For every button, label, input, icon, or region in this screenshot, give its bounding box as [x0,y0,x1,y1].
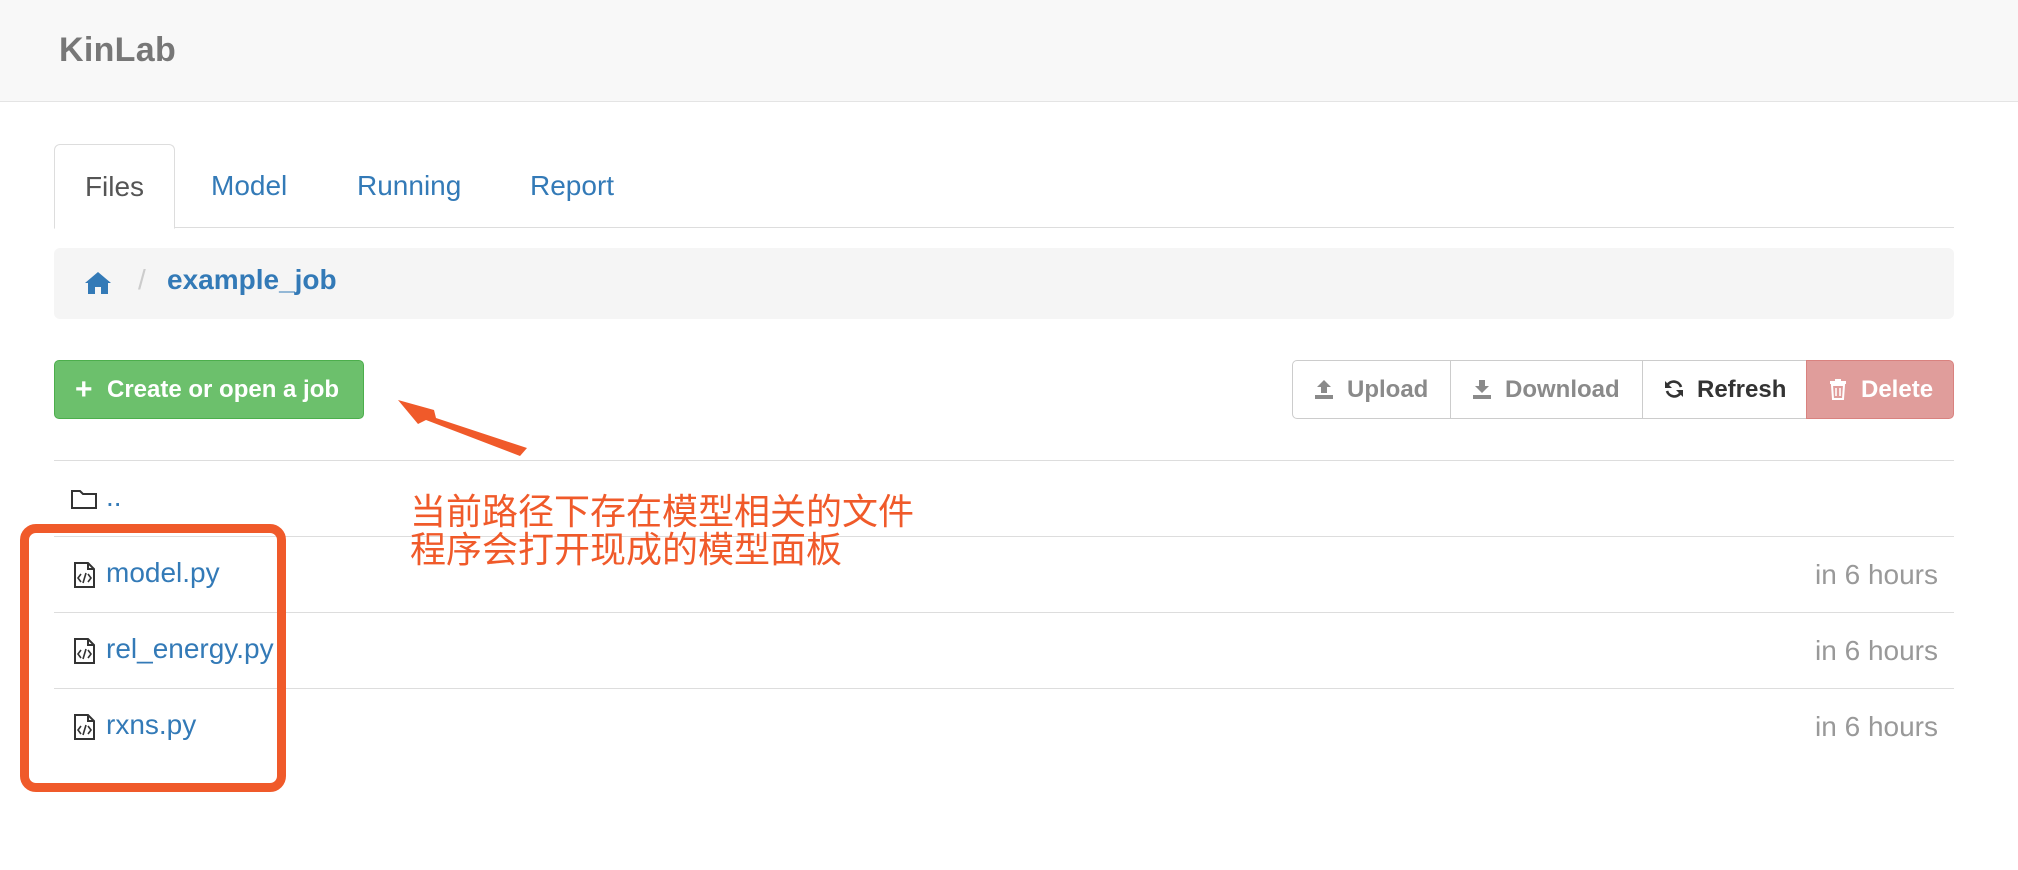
annotation-highlight-box [20,524,286,792]
navbar: KinLab [0,0,2018,102]
breadcrumb: / example_job [54,248,1954,319]
tab-running[interactable]: Running [357,144,461,228]
refresh-button[interactable]: Refresh [1642,360,1807,419]
parent-folder-link[interactable]: .. [106,481,122,513]
breadcrumb-current-folder[interactable]: example_job [167,264,337,296]
list-item-parent[interactable]: .. [54,460,1954,536]
file-modified-time: in 6 hours [1815,635,1938,666]
tab-model[interactable]: Model [211,144,287,228]
tab-report[interactable]: Report [530,144,614,228]
breadcrumb-separator: / [138,264,146,295]
refresh-label: Refresh [1697,376,1787,403]
home-icon[interactable] [84,270,112,296]
list-item[interactable]: rxns.py in 6 hours [54,688,1954,764]
upload-label: Upload [1347,376,1429,403]
download-icon [1473,380,1491,399]
annotation-text: 当前路径下存在模型相关的文件 程序会打开现成的模型面板 [410,494,914,570]
create-job-label: Create or open a job [107,376,340,403]
file-modified-time: in 6 hours [1815,559,1938,590]
download-button[interactable]: Download [1450,360,1643,419]
list-item[interactable]: model.py in 6 hours [54,536,1954,612]
download-label: Download [1505,376,1620,403]
tab-files[interactable]: Files [54,144,175,229]
refresh-icon [1665,380,1683,398]
file-modified-time: in 6 hours [1815,711,1938,742]
tab-bar: Files Model Running Report [54,144,1954,229]
delete-button[interactable]: Delete [1806,360,1954,419]
annotation-line-1: 当前路径下存在模型相关的文件 [410,492,915,533]
upload-button[interactable]: Upload [1292,360,1451,419]
create-job-button[interactable]: + Create or open a job [54,360,364,419]
plus-icon: + [75,373,93,406]
app-brand[interactable]: KinLab [59,31,176,70]
list-item[interactable]: rel_energy.py in 6 hours [54,612,1954,688]
trash-icon [1830,379,1846,400]
folder-icon [71,490,97,509]
annotation-line-2: 程序会打开现成的模型面板 [410,530,843,571]
upload-icon [1315,380,1333,399]
delete-label: Delete [1861,376,1934,403]
